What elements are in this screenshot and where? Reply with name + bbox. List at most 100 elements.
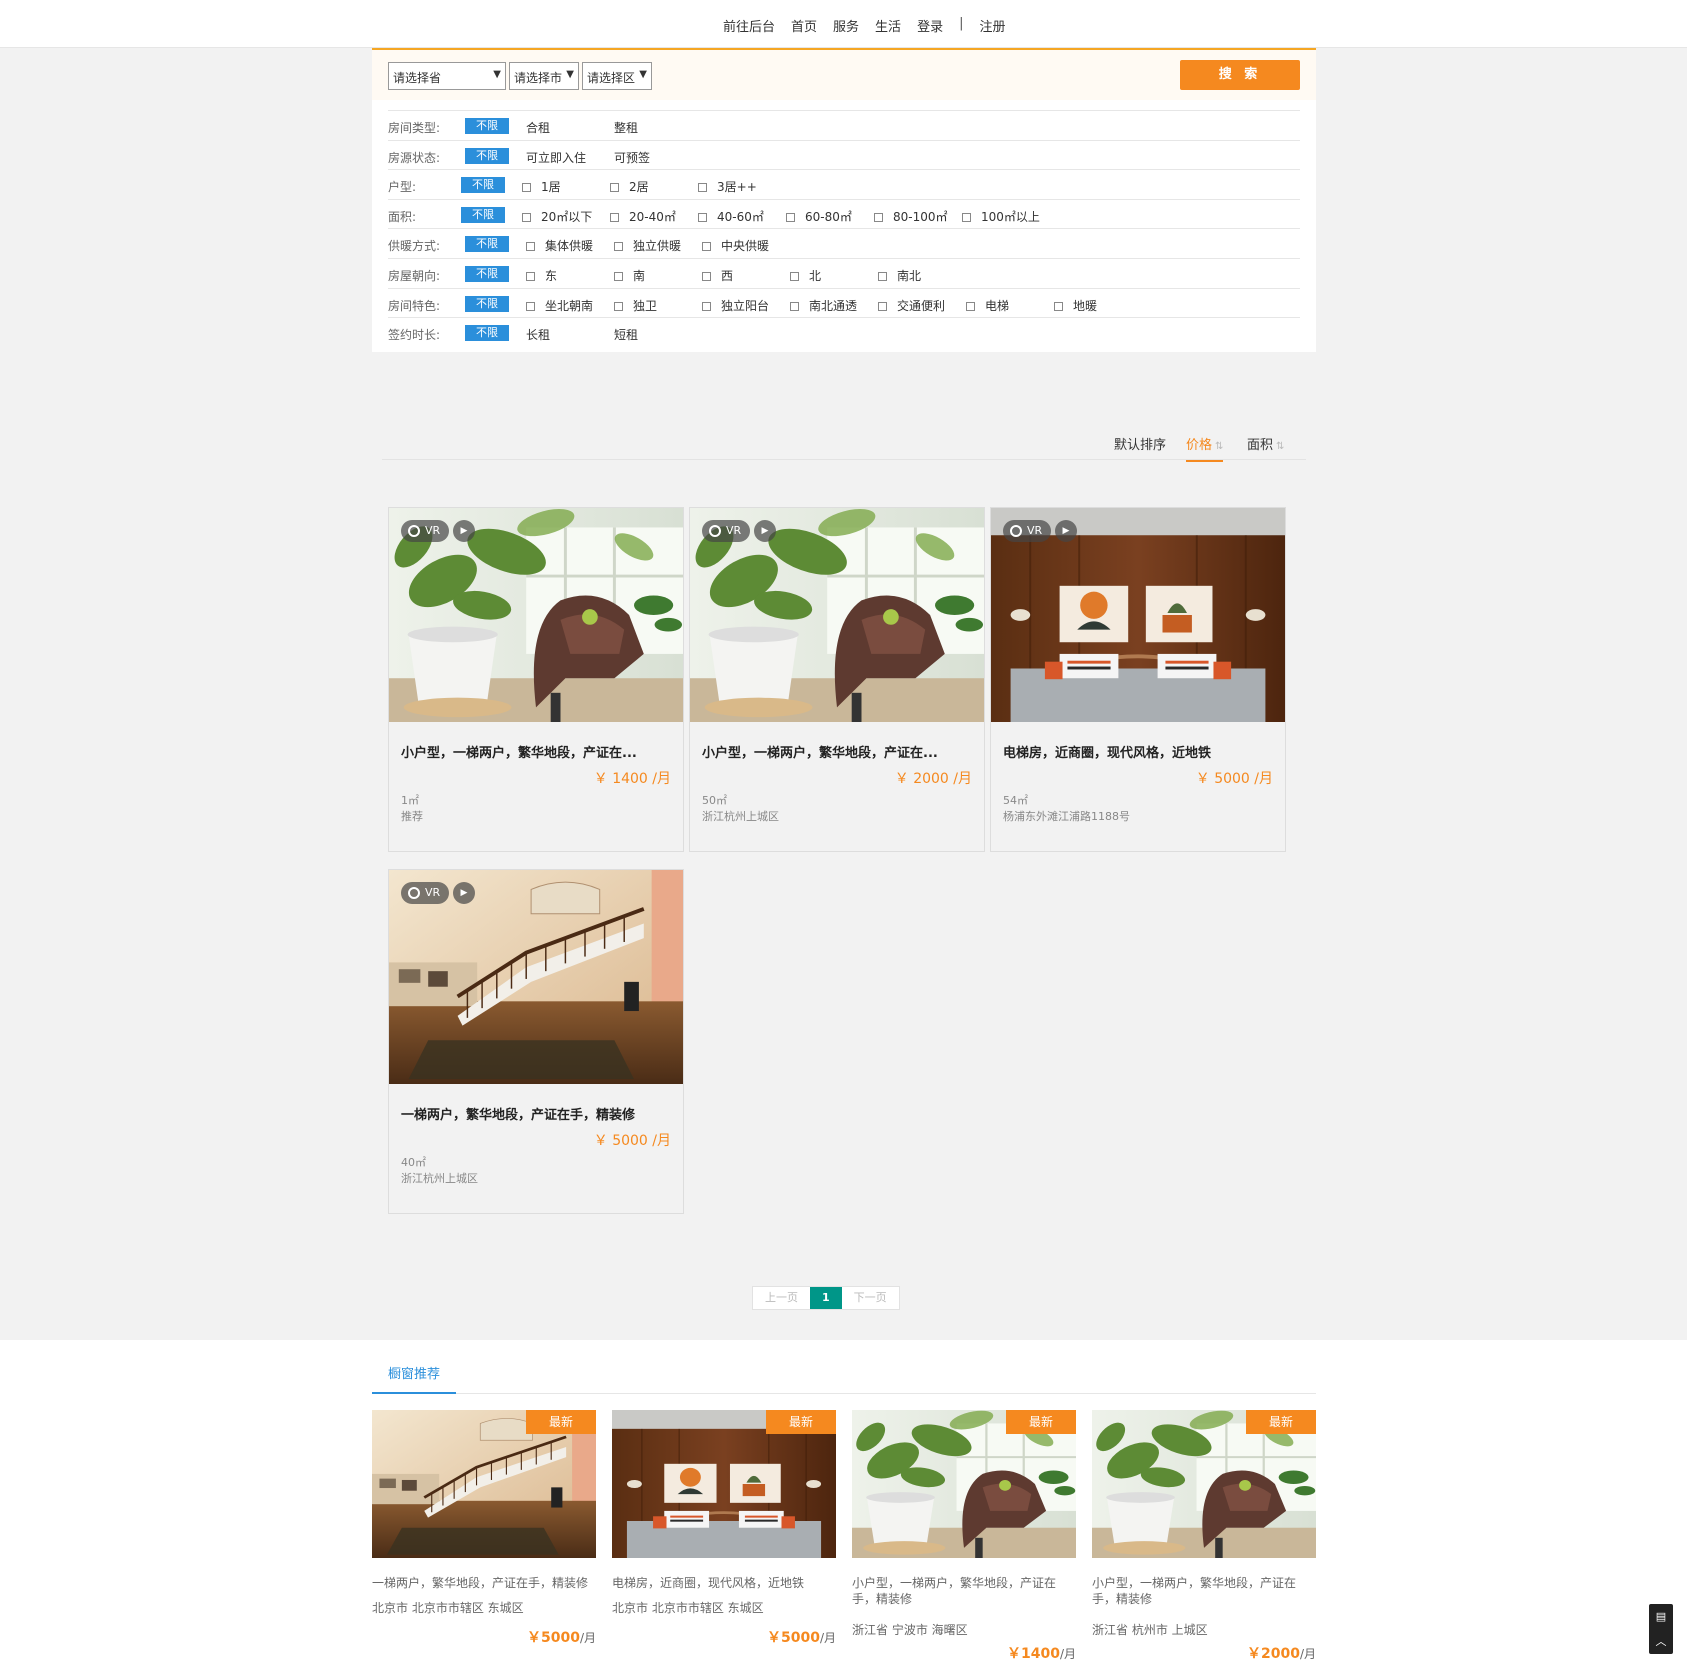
recommend-title[interactable]: 电梯房，近商圈，现代风格，近地铁	[612, 1575, 836, 1591]
filter-option[interactable]: 可预签	[614, 149, 650, 166]
nav-link-service[interactable]: 服务	[833, 16, 859, 35]
listing-title[interactable]: 小户型，一梯两户，繁华地段，产证在...	[401, 742, 671, 761]
back-to-top-icon[interactable]: ︿	[1649, 1629, 1673, 1654]
vr-badge[interactable]: VR	[702, 520, 750, 542]
filter-option[interactable]: 2居	[610, 178, 649, 195]
filter-unlimited-button[interactable]: 不限	[465, 325, 509, 342]
play-icon[interactable]: ▶	[1055, 520, 1077, 542]
checkbox-icon[interactable]	[790, 272, 799, 281]
filter-unlimited-button[interactable]: 不限	[465, 236, 509, 253]
city-select[interactable]: 请选择市 ▼	[509, 62, 579, 90]
filter-option[interactable]: 中央供暖	[702, 237, 769, 254]
checkbox-icon[interactable]	[878, 301, 887, 311]
filter-option[interactable]: 南	[614, 267, 645, 284]
recommend-item[interactable]: 最新 一梯两户，繁华地段，产证在手，精装修 北京市 北京市市辖区 东城区 ￥50…	[372, 1410, 596, 1650]
filter-option[interactable]: 北	[790, 267, 821, 284]
listing-title[interactable]: 小户型，一梯两户，繁华地段，产证在...	[702, 742, 972, 761]
listing-card[interactable]: VR ▶ 小户型，一梯两户，繁华地段，产证在... ￥ 1400 /月 1㎡ 推…	[388, 507, 684, 852]
checkbox-icon[interactable]	[526, 301, 535, 311]
filter-option[interactable]: 短租	[614, 326, 638, 343]
search-button[interactable]: 搜 索	[1180, 60, 1300, 90]
filter-option[interactable]: 独立阳台	[702, 297, 769, 314]
filter-option[interactable]: 40-60㎡	[698, 208, 764, 225]
nav-link-register[interactable]: 注册	[979, 16, 1005, 35]
filter-option[interactable]: 20-40㎡	[610, 208, 676, 225]
filter-unlimited-button[interactable]: 不限	[461, 206, 505, 223]
checkbox-icon[interactable]	[966, 301, 975, 311]
nav-link-admin[interactable]: 前往后台	[723, 16, 775, 35]
page-1-button[interactable]: 1	[810, 1287, 842, 1309]
filter-option[interactable]: 1居	[522, 178, 561, 195]
nav-link-life[interactable]: 生活	[875, 16, 901, 35]
sort-area[interactable]: 面积 ⇅	[1247, 434, 1284, 453]
next-page-button[interactable]: 下一页	[842, 1287, 899, 1309]
filter-unlimited-button[interactable]: 不限	[461, 177, 505, 194]
filter-option[interactable]: 南北通透	[790, 297, 857, 314]
filter-option[interactable]: 电梯	[966, 297, 1009, 314]
checkbox-icon[interactable]	[526, 242, 535, 252]
filter-option[interactable]: 合租	[526, 119, 550, 136]
listing-card[interactable]: VR ▶ 小户型，一梯两户，繁华地段，产证在... ￥ 2000 /月 50㎡ …	[689, 507, 985, 852]
checkbox-icon[interactable]	[698, 212, 707, 222]
checkbox-icon[interactable]	[874, 212, 883, 222]
filter-option[interactable]: 东	[526, 267, 557, 284]
play-icon[interactable]: ▶	[754, 520, 776, 542]
vr-badge[interactable]: VR	[1003, 520, 1051, 542]
checkbox-icon[interactable]	[610, 212, 619, 222]
filter-unlimited-button[interactable]: 不限	[465, 266, 509, 282]
listing-card[interactable]: VR ▶ 一梯两户，繁华地段，产证在手，精装修 ￥ 5000 /月 40㎡ 浙江…	[388, 869, 684, 1214]
document-icon[interactable]: ▤	[1649, 1604, 1673, 1629]
prev-page-button[interactable]: 上一页	[753, 1287, 810, 1309]
filter-unlimited-button[interactable]: 不限	[465, 147, 509, 164]
checkbox-icon[interactable]	[790, 301, 799, 311]
checkbox-icon[interactable]	[962, 212, 971, 222]
play-icon[interactable]: ▶	[453, 882, 475, 904]
recommend-title[interactable]: 一梯两户，繁华地段，产证在手，精装修	[372, 1575, 596, 1591]
vr-badge[interactable]: VR	[401, 520, 449, 542]
listing-card[interactable]: VR ▶ 电梯房，近商圈，现代风格，近地铁 ￥ 5000 /月 54㎡ 杨浦东外…	[990, 507, 1286, 852]
sort-default[interactable]: 默认排序	[1114, 434, 1166, 453]
vr-badge[interactable]: VR	[401, 882, 449, 904]
filter-option[interactable]: 集体供暖	[526, 237, 593, 254]
district-select[interactable]: 请选择区 ▼	[582, 62, 652, 90]
filter-unlimited-button[interactable]: 不限	[465, 118, 509, 134]
recommend-title[interactable]: 小户型，一梯两户，繁华地段，产证在手，精装修	[1092, 1575, 1316, 1607]
listing-title[interactable]: 电梯房，近商圈，现代风格，近地铁	[1003, 742, 1273, 761]
checkbox-icon[interactable]	[702, 301, 711, 311]
nav-link-login[interactable]: 登录	[917, 16, 943, 35]
tab-recommend[interactable]: 橱窗推荐	[372, 1360, 456, 1394]
play-icon[interactable]: ▶	[453, 520, 475, 542]
nav-link-home[interactable]: 首页	[791, 16, 817, 35]
recommend-title[interactable]: 小户型，一梯两户，繁华地段，产证在手，精装修	[852, 1575, 1076, 1607]
filter-option[interactable]: 坐北朝南	[526, 297, 593, 314]
filter-option[interactable]: 地暖	[1054, 297, 1097, 314]
listing-title[interactable]: 一梯两户，繁华地段，产证在手，精装修	[401, 1104, 671, 1123]
filter-option[interactable]: 80-100㎡	[874, 208, 948, 225]
checkbox-icon[interactable]	[702, 242, 711, 252]
filter-option[interactable]: 整租	[614, 119, 638, 136]
checkbox-icon[interactable]	[702, 272, 711, 281]
checkbox-icon[interactable]	[614, 272, 623, 281]
checkbox-icon[interactable]	[698, 183, 707, 193]
filter-option[interactable]: 可立即入住	[526, 149, 586, 166]
checkbox-icon[interactable]	[614, 301, 623, 311]
filter-unlimited-button[interactable]: 不限	[465, 295, 509, 312]
province-select[interactable]: 请选择省 ▼	[388, 62, 506, 90]
checkbox-icon[interactable]	[522, 183, 531, 193]
checkbox-icon[interactable]	[526, 272, 535, 281]
checkbox-icon[interactable]	[1054, 301, 1063, 311]
recommend-item[interactable]: 最新 电梯房，近商圈，现代风格，近地铁 北京市 北京市市辖区 东城区 ￥5000…	[612, 1410, 836, 1650]
filter-option[interactable]: 独卫	[614, 297, 657, 314]
checkbox-icon[interactable]	[786, 212, 795, 222]
filter-option[interactable]: 60-80㎡	[786, 208, 852, 225]
checkbox-icon[interactable]	[522, 212, 531, 222]
filter-option[interactable]: 长租	[526, 326, 550, 343]
filter-option[interactable]: 南北	[878, 267, 921, 284]
filter-option[interactable]: 交通便利	[878, 297, 945, 314]
checkbox-icon[interactable]	[614, 242, 623, 252]
filter-option[interactable]: 3居++	[698, 178, 757, 195]
recommend-item[interactable]: 最新 小户型，一梯两户，繁华地段，产证在手，精装修 浙江省 宁波市 海曙区 ￥1…	[852, 1410, 1076, 1662]
filter-option[interactable]: 西	[702, 267, 733, 284]
checkbox-icon[interactable]	[878, 272, 887, 281]
recommend-item[interactable]: 最新 小户型，一梯两户，繁华地段，产证在手，精装修 浙江省 杭州市 上城区 ￥2…	[1092, 1410, 1316, 1662]
